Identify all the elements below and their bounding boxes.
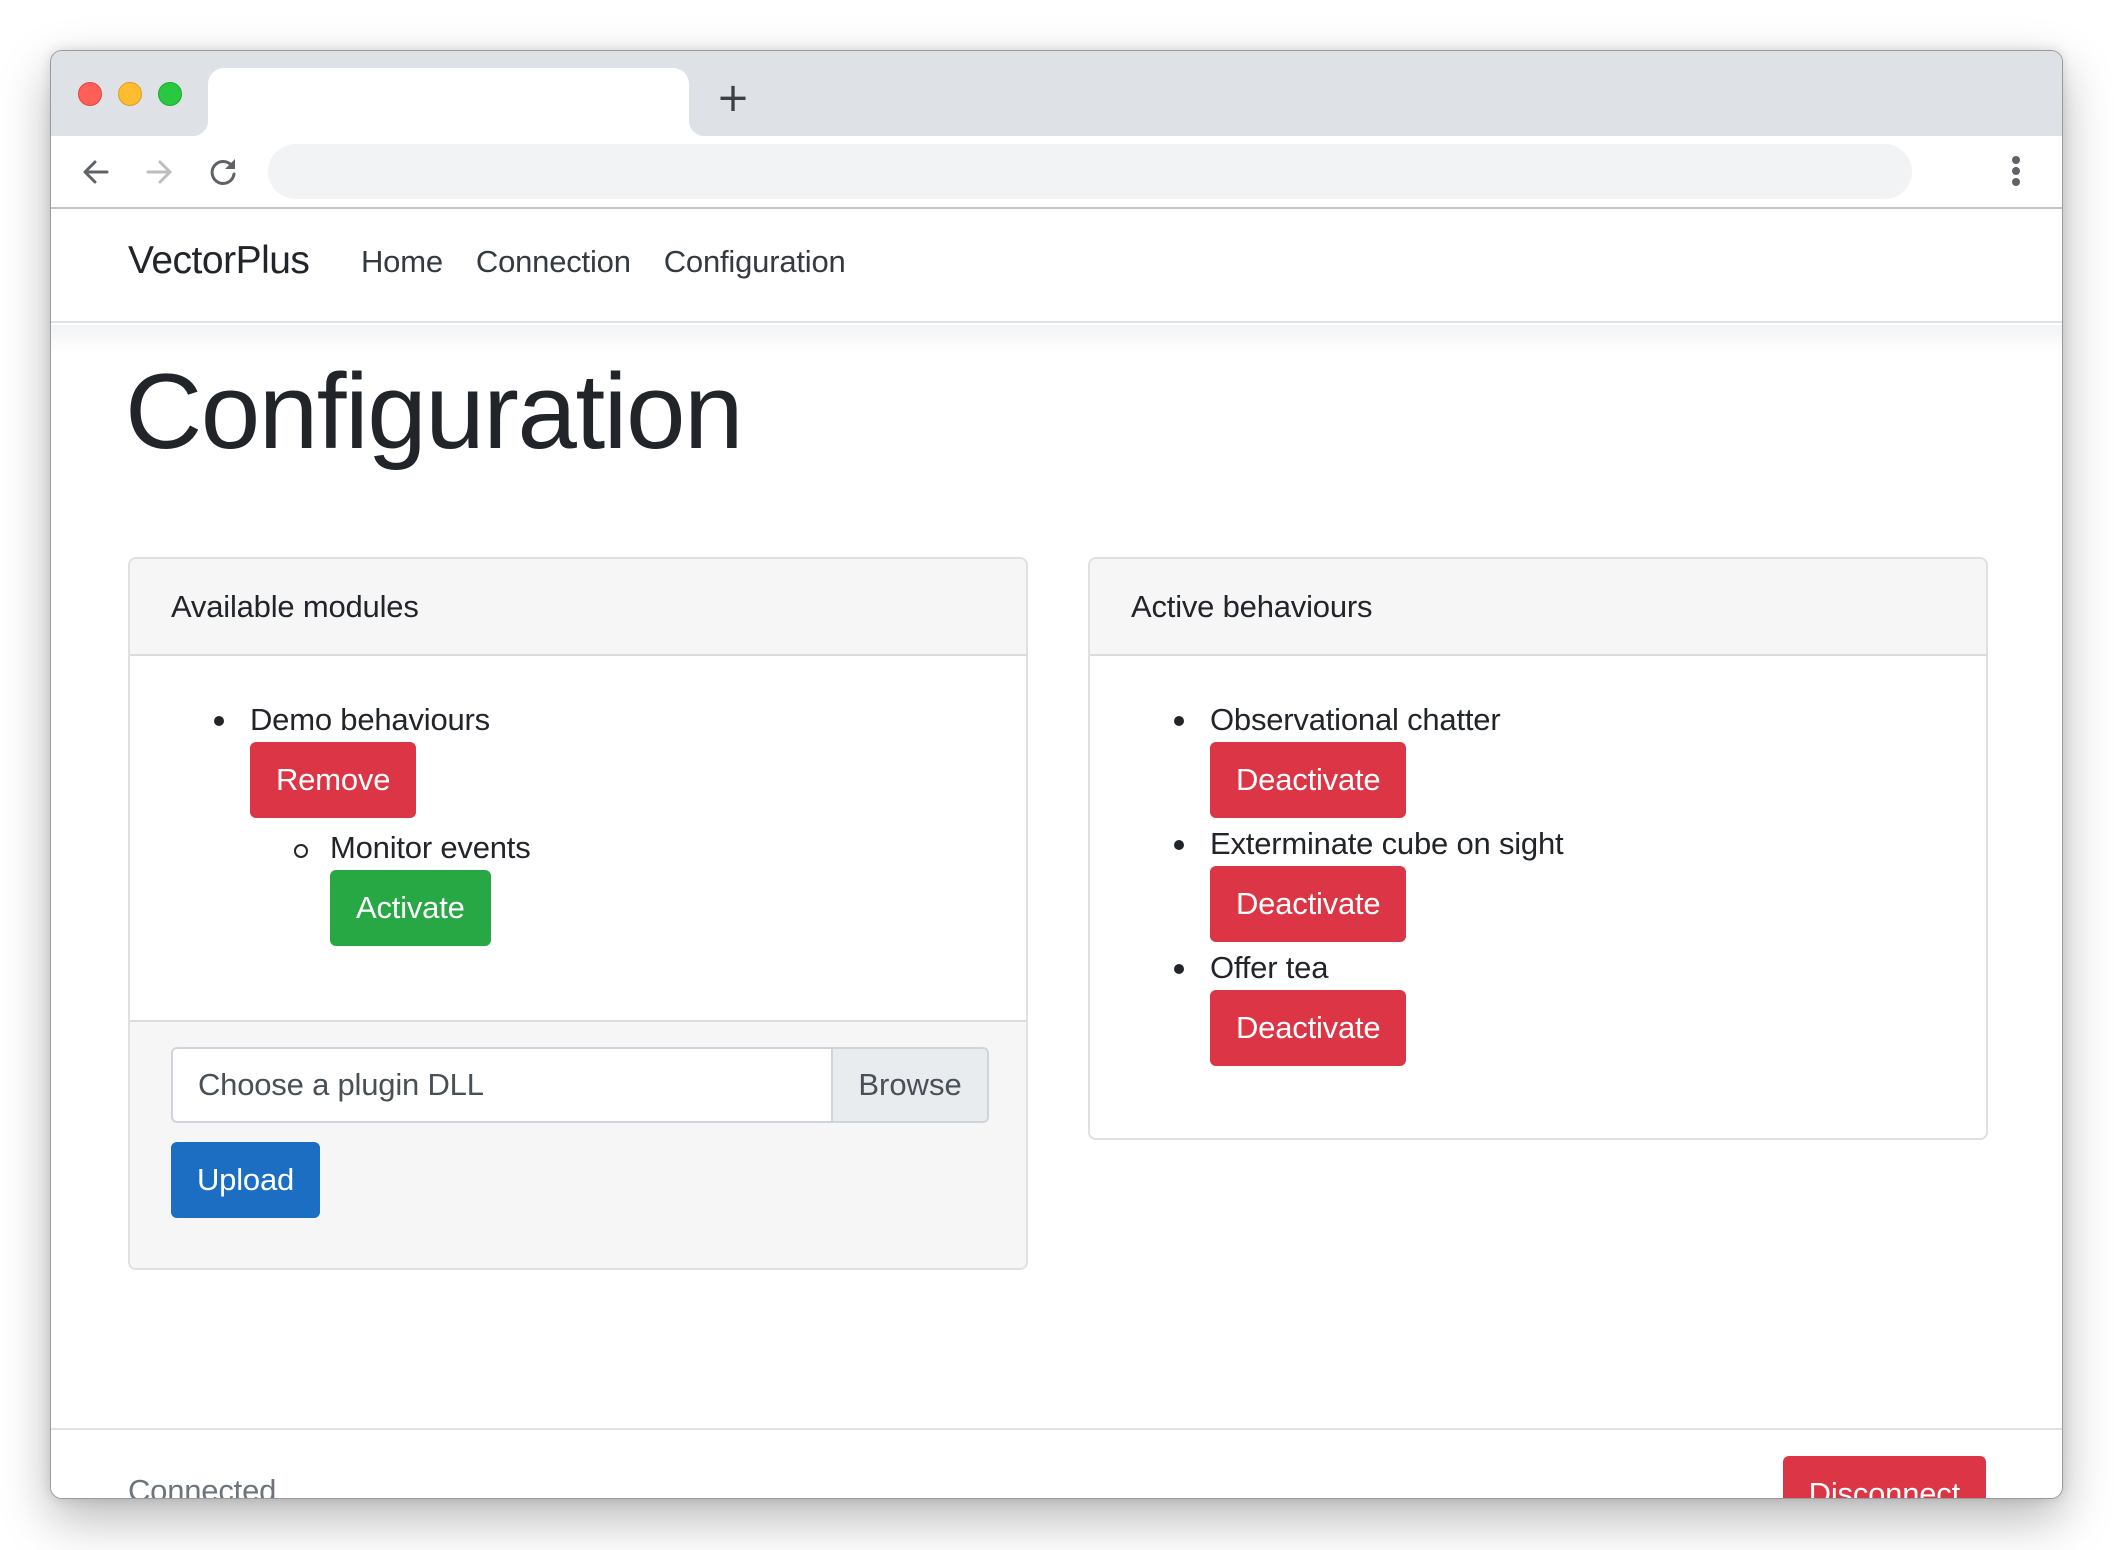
page-title: Configuration [125, 351, 743, 471]
page-footer: Connected Disconnect [51, 1428, 2062, 1499]
active-behaviours-card: Active behaviours Observational chatter … [1088, 557, 1988, 1140]
browser-window: + VectorPlus Home Connection Configurati… [50, 50, 2063, 1499]
active-behaviour-name: Offer tea [1210, 950, 1329, 985]
behaviour-list: Monitor events Activate [250, 826, 985, 946]
active-behaviour-name: Observational chatter [1210, 702, 1501, 737]
browser-tab-active[interactable] [192, 68, 705, 136]
page-viewport: VectorPlus Home Connection Configuration… [51, 209, 2062, 1499]
kebab-menu-icon-dot [2012, 178, 2020, 186]
active-behaviours-body: Observational chatter Deactivate Extermi… [1090, 656, 1986, 1070]
tab-bar: + [51, 51, 2062, 136]
reload-icon [210, 159, 236, 185]
forward-button[interactable] [141, 154, 177, 190]
close-window-button[interactable] [78, 82, 102, 106]
active-behaviours-header: Active behaviours [1090, 559, 1986, 656]
browse-button[interactable]: Browse [831, 1049, 987, 1121]
available-modules-body: Demo behaviours Remove Monitor events Ac… [130, 656, 1026, 1020]
behaviour-name: Monitor events [330, 830, 531, 865]
arrow-left-icon [83, 160, 109, 184]
behaviour-item: Monitor events Activate [250, 826, 985, 946]
deactivate-button[interactable]: Deactivate [1210, 866, 1407, 942]
address-bar[interactable] [268, 144, 1912, 199]
plus-icon: + [716, 75, 750, 121]
nav-link-configuration[interactable]: Configuration [664, 244, 846, 280]
activate-behaviour-button[interactable]: Activate [330, 870, 491, 946]
module-list: Demo behaviours Remove Monitor events Ac… [171, 698, 985, 946]
remove-module-button[interactable]: Remove [250, 742, 417, 818]
browser-menu-button[interactable] [2006, 154, 2026, 190]
available-modules-header: Available modules [130, 559, 1026, 656]
kebab-menu-icon [2012, 156, 2020, 164]
navbar-brand[interactable]: VectorPlus [128, 239, 310, 283]
connection-status: Connected [128, 1473, 277, 1499]
nav-links: Home Connection Configuration [361, 244, 879, 280]
reload-button[interactable] [205, 154, 241, 190]
minimize-window-button[interactable] [118, 82, 142, 106]
file-input-label[interactable]: Choose a plugin DLL [173, 1049, 831, 1121]
nav-link-connection[interactable]: Connection [476, 244, 631, 280]
new-tab-button[interactable]: + [716, 78, 750, 118]
upload-section: Choose a plugin DLL Browse Upload [130, 1020, 1026, 1268]
active-behaviour-name: Exterminate cube on sight [1210, 826, 1564, 861]
module-name: Demo behaviours [250, 702, 490, 737]
arrow-right-icon [146, 160, 172, 184]
plugin-file-input[interactable]: Choose a plugin DLL Browse [171, 1047, 989, 1123]
active-behaviour-item: Observational chatter Deactivate [1131, 698, 1945, 822]
deactivate-button[interactable]: Deactivate [1210, 742, 1407, 818]
module-item: Demo behaviours Remove Monitor events Ac… [171, 698, 985, 946]
back-button[interactable] [78, 154, 114, 190]
navbar: VectorPlus Home Connection Configuration [51, 209, 2062, 323]
maximize-window-button[interactable] [158, 82, 182, 106]
available-modules-card: Available modules Demo behaviours Remove… [128, 557, 1028, 1270]
active-behaviour-list: Observational chatter Deactivate Extermi… [1131, 698, 1945, 1070]
active-behaviour-item: Exterminate cube on sight Deactivate [1131, 822, 1945, 946]
kebab-menu-icon-dot [2012, 167, 2020, 175]
disconnect-button[interactable]: Disconnect [1782, 1456, 1986, 1498]
upload-button[interactable]: Upload [171, 1142, 321, 1218]
nav-link-home[interactable]: Home [361, 244, 443, 280]
browser-toolbar [51, 136, 2062, 209]
active-behaviour-item: Offer tea Deactivate [1131, 946, 1945, 1070]
deactivate-button[interactable]: Deactivate [1210, 990, 1407, 1066]
